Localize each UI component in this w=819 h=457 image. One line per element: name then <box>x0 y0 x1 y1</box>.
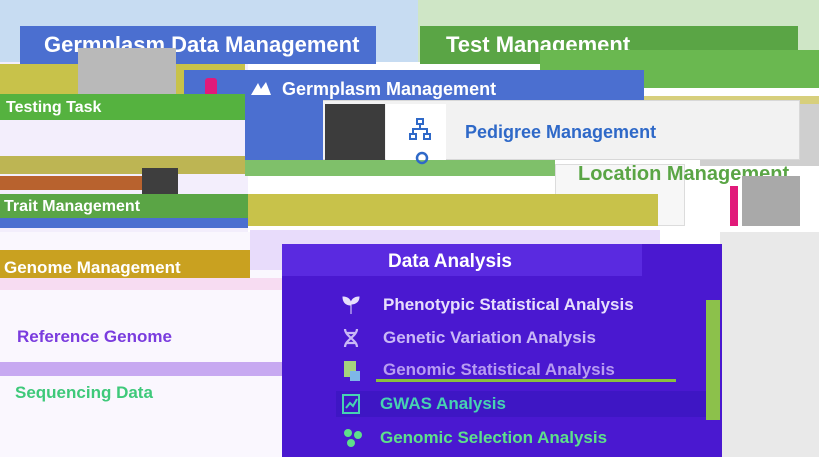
right-accent-green <box>706 300 720 420</box>
molecule-icon <box>342 427 364 449</box>
trait-row-khaki <box>248 194 658 226</box>
genome-management-label[interactable]: Genome Management <box>4 257 269 279</box>
trait-row-brown <box>0 176 142 190</box>
dna-icon <box>342 328 360 348</box>
seedling-icon <box>340 295 362 315</box>
location-right-gray <box>742 176 800 226</box>
sparkle-icon <box>248 80 274 98</box>
bg-lower-right <box>720 232 819 457</box>
chart-icon <box>342 394 360 414</box>
analysis-item-genomic-selection[interactable]: Genomic Selection Analysis <box>336 425 706 451</box>
genomic-statistical-analysis-label: Genomic Statistical Analysis <box>383 360 615 379</box>
location-pink-marker <box>730 186 738 226</box>
analysis-item-gwas[interactable]: GWAS Analysis <box>336 391 720 417</box>
location-row-green <box>245 160 555 176</box>
phenotypic-statistical-analysis-label: Phenotypic Statistical Analysis <box>383 295 634 314</box>
data-analysis-title[interactable]: Data Analysis <box>388 250 638 274</box>
right-accent-purple <box>720 244 722 457</box>
pedigree-dark-block <box>325 104 385 166</box>
testing-task-label[interactable]: Testing Task <box>6 98 206 118</box>
pedigree-management-label[interactable]: Pedigree Management <box>465 121 725 143</box>
org-chart-icon <box>408 117 432 141</box>
trait-management-label[interactable]: Trait Management <box>4 197 244 217</box>
divider-purple <box>0 362 282 376</box>
trait-row-blue-line <box>0 218 248 228</box>
pedigree-left-blue <box>245 100 323 168</box>
gwas-analysis-label: GWAS Analysis <box>380 394 506 413</box>
analysis-item-phenotypic[interactable]: Phenotypic Statistical Analysis <box>336 292 706 318</box>
location-row-khaki <box>0 156 245 174</box>
genomic-selection-analysis-label: Genomic Selection Analysis <box>380 428 608 447</box>
genetic-variation-analysis-label: Genetic Variation Analysis <box>383 328 596 347</box>
germplasm-management-label[interactable]: Germplasm Management <box>282 78 542 100</box>
reference-genome-link[interactable]: Reference Genome <box>17 326 217 348</box>
stripe-gray-block <box>78 48 176 96</box>
genome-pink-strip <box>0 278 282 290</box>
analysis-item-genomic-statistical[interactable]: Genomic Statistical Analysis <box>336 357 706 383</box>
document-chart-icon <box>342 360 362 382</box>
sequencing-data-link[interactable]: Sequencing Data <box>15 382 215 404</box>
analysis-item-genetic-variation[interactable]: Genetic Variation Analysis <box>336 325 706 351</box>
germplasm-data-management-header[interactable]: Germplasm Data Management <box>20 26 376 64</box>
location-pin-icon <box>414 150 430 166</box>
